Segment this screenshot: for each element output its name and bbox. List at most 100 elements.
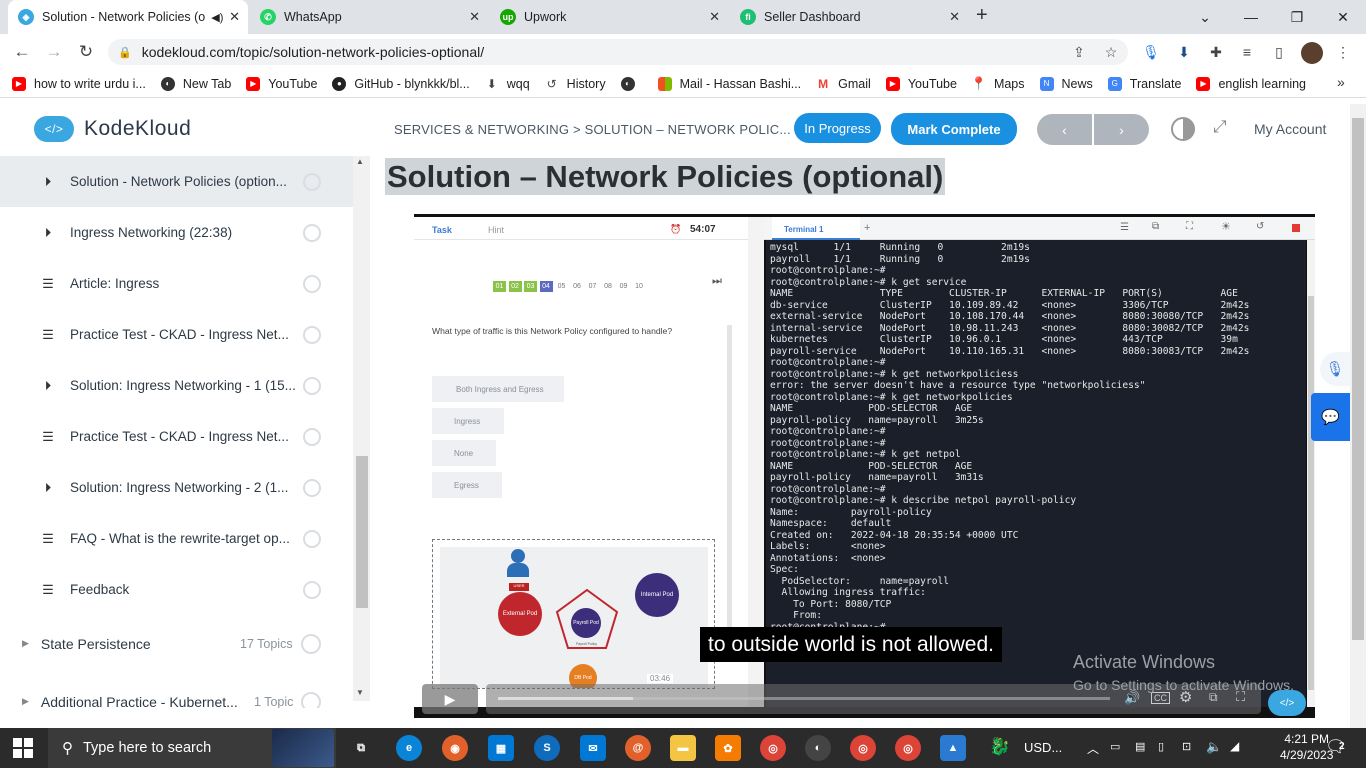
spiral-app-icon[interactable]: @: [625, 735, 651, 761]
completion-circle-icon[interactable]: [301, 691, 321, 708]
fullscreen-expand-icon[interactable]: ⤢: [1213, 117, 1227, 137]
bookmark-item[interactable]: Mail - Hassan Bashi...: [657, 76, 801, 91]
reset-icon[interactable]: ↺: [1256, 221, 1264, 232]
share-icon[interactable]: ⇪: [1068, 41, 1090, 63]
skip-next-icon[interactable]: ⏭: [712, 275, 722, 288]
bookmark-item[interactable]: ⬇ wqq: [485, 77, 530, 91]
bookmark-item[interactable]: ▶ YouTube: [246, 76, 317, 91]
voice-microphone-icon[interactable]: 🎙: [1320, 352, 1350, 386]
lesson-item[interactable]: ☰ Feedback: [0, 564, 353, 615]
chrome-profile-icon[interactable]: ◎: [895, 735, 921, 761]
chat-support-icon[interactable]: 💬: [1311, 393, 1350, 441]
back-arrow-icon[interactable]: ←: [10, 40, 34, 64]
tab-seller-dashboard[interactable]: fi Seller Dashboard ✕: [730, 0, 968, 34]
chrome-active-icon[interactable]: ◎: [850, 735, 876, 761]
firefox-icon[interactable]: ◉: [442, 735, 468, 761]
currency-widget-text[interactable]: USD...: [1024, 740, 1062, 755]
my-account-link[interactable]: My Account: [1254, 121, 1326, 137]
chrome-icon[interactable]: ◎: [760, 735, 786, 761]
completion-circle-icon[interactable]: [303, 223, 321, 242]
lesson-item[interactable]: ⏵ Ingress Networking (22:38): [0, 207, 353, 258]
question-number[interactable]: 01: [493, 281, 506, 292]
battery-icon[interactable]: ▯: [1158, 740, 1164, 753]
restore-icon[interactable]: ❐: [1274, 0, 1320, 34]
previous-lesson-button[interactable]: ‹: [1037, 114, 1092, 145]
tray-app-icon[interactable]: ▭: [1110, 740, 1120, 753]
skype-icon[interactable]: S: [534, 735, 560, 761]
bookmark-star-icon[interactable]: ☆: [1100, 41, 1122, 63]
chrome-menu-icon[interactable]: ⋮: [1332, 41, 1354, 63]
settings-app-icon[interactable]: ✿: [715, 735, 741, 761]
answer-option[interactable]: Egress: [432, 472, 502, 498]
lesson-item[interactable]: ☰ FAQ - What is the rewrite-target op...: [0, 513, 353, 564]
network-icon[interactable]: ⊡: [1182, 740, 1191, 753]
kodekloud-logo[interactable]: </> KodeKloud: [34, 116, 191, 142]
close-tab-icon[interactable]: ✕: [949, 9, 960, 25]
question-number[interactable]: 08: [602, 281, 615, 292]
scroll-down-icon[interactable]: ▼: [356, 688, 364, 697]
forward-arrow-icon[interactable]: →: [42, 40, 66, 64]
terminal-scrollbar-thumb[interactable]: [1308, 296, 1314, 690]
completion-circle-icon[interactable]: [303, 580, 321, 599]
page-scrollbar-thumb[interactable]: [1352, 118, 1364, 640]
answer-option[interactable]: Both Ingress and Egress: [432, 376, 564, 402]
question-number[interactable]: 06: [571, 281, 584, 292]
bookmark-item[interactable]: ◐ New Tab: [160, 76, 231, 91]
bookmark-item[interactable]: ▶ YouTube: [885, 76, 957, 91]
open-external-icon[interactable]: ⧉: [1152, 221, 1159, 232]
audio-playing-icon[interactable]: ◀): [211, 11, 223, 24]
next-lesson-button[interactable]: ›: [1094, 114, 1149, 145]
more-bookmarks-button[interactable]: »: [1337, 74, 1345, 90]
file-explorer-icon[interactable]: ▬: [670, 735, 696, 761]
completion-circle-icon[interactable]: [303, 325, 321, 344]
bookmark-item[interactable]: M Gmail: [816, 77, 871, 91]
new-tab-button[interactable]: +: [976, 4, 988, 27]
question-number[interactable]: 09: [617, 281, 630, 292]
close-window-icon[interactable]: ✕: [1320, 0, 1366, 34]
currency-widget-icon[interactable]: 🐉: [989, 737, 1010, 757]
close-tab-icon[interactable]: ✕: [229, 9, 240, 25]
profile-avatar[interactable]: [1301, 42, 1323, 64]
close-tab-icon[interactable]: ✕: [709, 9, 720, 25]
download-extension-icon[interactable]: ⬇: [1173, 41, 1195, 63]
completion-circle-icon[interactable]: [303, 376, 321, 395]
section-item[interactable]: ▶ Additional Practice - Kubernet... 1 Topi…: [0, 676, 353, 708]
menu-icon[interactable]: ☰: [1120, 222, 1129, 233]
lesson-item[interactable]: ☰ Practice Test - CKAD - Ingress Net...: [0, 411, 353, 462]
question-number[interactable]: 07: [586, 281, 599, 292]
add-terminal-icon[interactable]: +: [864, 222, 870, 234]
question-number[interactable]: 04: [539, 281, 553, 292]
wifi-icon[interactable]: ◢: [1230, 739, 1239, 753]
close-tab-icon[interactable]: ✕: [469, 9, 480, 25]
completion-circle-icon[interactable]: [303, 172, 321, 191]
tray-device-icon[interactable]: ▤: [1135, 740, 1145, 753]
lesson-item[interactable]: ☰ Article: Ingress: [0, 258, 353, 309]
edge-icon[interactable]: e: [396, 735, 422, 761]
lesson-item[interactable]: ⏵ Solution: Ingress Networking - 2 (1...: [0, 462, 353, 513]
completion-circle-icon[interactable]: [303, 478, 321, 497]
answer-option[interactable]: None: [432, 440, 496, 466]
voice-extension-icon[interactable]: 🎙: [1140, 41, 1162, 63]
photos-icon[interactable]: ▲: [940, 735, 966, 761]
task-tab[interactable]: Task: [432, 225, 452, 235]
fullscreen-icon[interactable]: ⛶: [1186, 221, 1193, 232]
breadcrumb[interactable]: SERVICES & NETWORKING > SOLUTION – NETWO…: [394, 122, 791, 137]
lesson-item[interactable]: ⏵ Solution - Network Policies (option...: [0, 156, 353, 207]
media-control-icon[interactable]: ≡: [1236, 41, 1258, 63]
bookmark-item[interactable]: ◐: [620, 76, 643, 91]
answer-option[interactable]: Ingress: [432, 408, 504, 434]
completion-circle-icon[interactable]: [301, 633, 321, 654]
question-number[interactable]: 05: [555, 281, 568, 292]
captions-icon[interactable]: CC: [1151, 692, 1170, 704]
sidebar-scrollbar[interactable]: [353, 156, 370, 701]
mail-icon[interactable]: ✉: [580, 735, 606, 761]
question-number[interactable]: 10: [633, 281, 646, 292]
section-item[interactable]: ▶ State Persistence 17 Topics: [0, 618, 353, 669]
tab-kodekloud[interactable]: ◈ Solution - Network Policies (o ◀) ✕: [8, 0, 248, 34]
bookmark-item[interactable]: ▶ english learning: [1196, 76, 1306, 91]
obs-icon[interactable]: ◐: [805, 735, 831, 761]
bookmark-item[interactable]: G Translate: [1107, 76, 1181, 91]
stop-icon[interactable]: [1292, 224, 1300, 232]
show-hidden-icons-chevron-icon[interactable]: ︿: [1087, 740, 1099, 757]
question-number[interactable]: 03: [524, 281, 537, 292]
